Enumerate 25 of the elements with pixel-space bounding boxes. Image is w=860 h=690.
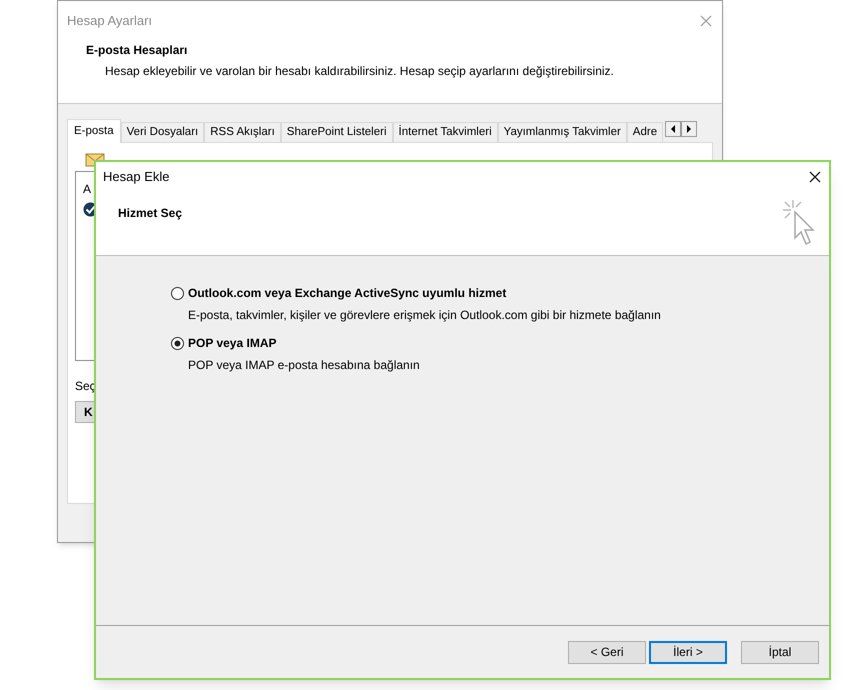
tab[interactable]: İnternet Takvimleri bbox=[392, 122, 498, 142]
dialog-heading: Hizmet Seç bbox=[118, 205, 184, 222]
option-description: POP veya IMAP e-posta hesabına bağlanın bbox=[188, 357, 421, 374]
tab[interactable]: RSS Akışları bbox=[204, 122, 281, 142]
option-label[interactable]: Outlook.com veya Exchange ActiveSync uyumlu hizmet bbox=[188, 284, 506, 302]
section-description: Hesap ekleyebilir ve varolan bir hesabı kaldırabilirsiniz. Hesap seçip ayarlarını değiştirebilirsiniz. bbox=[105, 63, 615, 80]
dialog-button[interactable]: < Geri bbox=[568, 640, 646, 664]
column-header: A bbox=[83, 181, 92, 198]
scroll-right-icon[interactable] bbox=[681, 121, 698, 137]
dialog-title: Hesap Ekle bbox=[103, 168, 170, 186]
option-description: E-posta, takvimler, kişiler ve görevlere erişmek için Outlook.com gibi bir hizmete bağlanın bbox=[188, 307, 662, 324]
window-title: Hesap Ayarları bbox=[67, 12, 152, 30]
radio-button[interactable] bbox=[171, 286, 184, 300]
option-label[interactable]: POP veya IMAP bbox=[188, 334, 276, 352]
scroll-left-icon[interactable] bbox=[665, 121, 682, 137]
radio-button[interactable] bbox=[171, 336, 184, 350]
tab[interactable]: Veri Dosyaları bbox=[120, 122, 204, 142]
tab[interactable]: E-posta bbox=[67, 119, 121, 143]
section-heading: E-posta Hesapları bbox=[86, 42, 188, 59]
tab[interactable]: SharePoint Listeleri bbox=[280, 122, 393, 142]
tab[interactable]: Yayımlanmış Takvimler bbox=[498, 122, 627, 142]
dialog-button[interactable]: İleri > bbox=[649, 640, 727, 664]
tab[interactable]: Adre bbox=[626, 122, 664, 142]
dialog-button[interactable]: İptal bbox=[741, 640, 819, 664]
close-icon[interactable] bbox=[809, 171, 821, 183]
